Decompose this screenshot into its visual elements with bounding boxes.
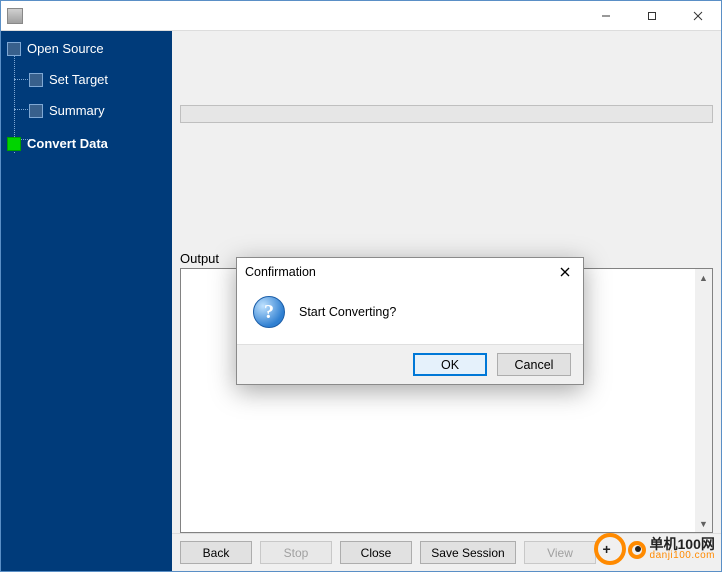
progress-bar	[180, 105, 713, 123]
view-button[interactable]: View	[524, 541, 596, 564]
back-button[interactable]: Back	[180, 541, 252, 564]
step-label: Convert Data	[27, 136, 108, 151]
sidebar: Open Source Set Target Summary Convert D…	[1, 31, 172, 571]
close-button-footer[interactable]: Close	[340, 541, 412, 564]
dialog-footer: OK Cancel	[237, 344, 583, 384]
question-icon: ?	[253, 296, 285, 328]
step-box-icon	[29, 104, 43, 118]
window-controls	[583, 1, 721, 31]
close-button[interactable]	[675, 1, 721, 31]
watermark-text: 单机100网 danji100.com	[650, 537, 715, 561]
confirmation-dialog: Confirmation ? Start Converting? OK Canc…	[236, 257, 584, 385]
watermark-url: danji100.com	[650, 551, 715, 561]
upper-section	[172, 31, 721, 251]
step-label: Set Target	[49, 72, 108, 87]
watermark: + 单机100网 danji100.com	[594, 533, 715, 565]
save-session-button[interactable]: Save Session	[420, 541, 516, 564]
step-box-icon	[29, 73, 43, 87]
app-icon	[7, 8, 23, 24]
wizard-step-set-target[interactable]: Set Target	[29, 72, 166, 87]
step-box-icon	[7, 137, 21, 151]
dialog-body: ? Start Converting?	[237, 286, 583, 344]
dialog-close-button[interactable]	[555, 262, 575, 282]
dialog-cancel-button[interactable]: Cancel	[497, 353, 571, 376]
step-box-icon	[7, 42, 21, 56]
titlebar-left	[1, 8, 29, 24]
dialog-title: Confirmation	[245, 265, 316, 279]
step-label: Summary	[49, 103, 105, 118]
titlebar	[1, 1, 721, 31]
dialog-ok-button[interactable]: OK	[413, 353, 487, 376]
dialog-titlebar: Confirmation	[237, 258, 583, 286]
step-label: Open Source	[27, 41, 104, 56]
scroll-up-icon[interactable]: ▲	[695, 269, 712, 286]
wizard-tree: Open Source Set Target Summary Convert D…	[7, 41, 166, 151]
watermark-cn: 单机100网	[650, 537, 715, 551]
maximize-button[interactable]	[629, 1, 675, 31]
dialog-message: Start Converting?	[299, 305, 396, 319]
scroll-down-icon[interactable]: ▼	[695, 515, 712, 532]
minimize-button[interactable]	[583, 1, 629, 31]
wizard-step-open-source[interactable]: Open Source	[7, 41, 166, 56]
wizard-step-summary[interactable]: Summary	[29, 103, 166, 118]
watermark-logo-icon: +	[594, 533, 646, 565]
wizard-step-convert-data[interactable]: Convert Data	[7, 136, 166, 151]
vertical-scrollbar[interactable]: ▲ ▼	[695, 269, 712, 532]
progress-wrap	[180, 105, 713, 123]
stop-button[interactable]: Stop	[260, 541, 332, 564]
